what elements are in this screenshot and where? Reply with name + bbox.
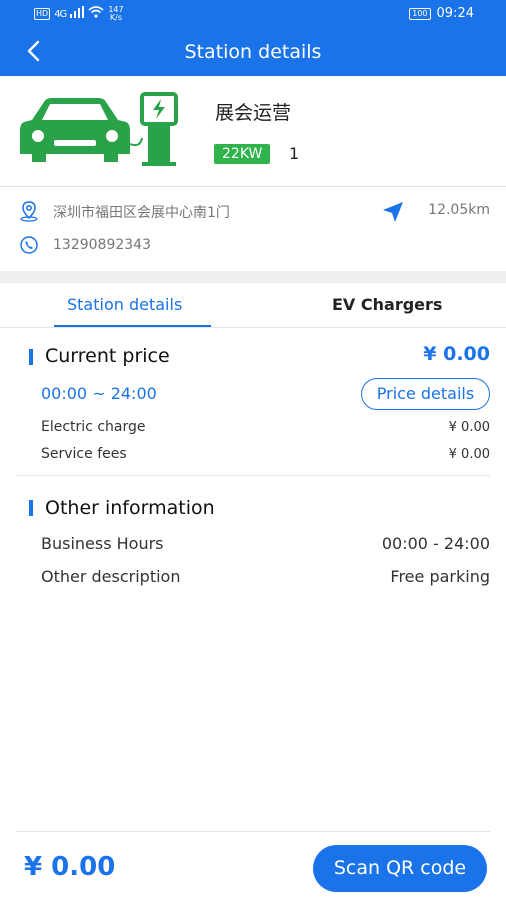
fee-value-service: ¥ 0.00 xyxy=(448,447,490,462)
fee-label-electric: Electric charge xyxy=(41,419,146,435)
app-header: Station details xyxy=(0,30,506,76)
price-details-button[interactable]: Price details xyxy=(361,378,490,410)
phone-icon xyxy=(18,234,40,260)
section-marker xyxy=(29,500,33,516)
network-speed: 147 K/s xyxy=(108,6,123,22)
station-phone: 13290892343 xyxy=(53,237,151,253)
station-illustration xyxy=(18,92,186,168)
active-tab-indicator xyxy=(54,325,211,327)
address-row[interactable]: 深圳市福田区会展中心南1门 12.05km xyxy=(18,200,490,224)
station-distance: 12.05km xyxy=(428,202,490,218)
phone-row[interactable]: 13290892343 xyxy=(18,234,318,258)
signal-icon xyxy=(70,6,85,22)
price-time-range: 00:00 ~ 24:00 xyxy=(41,384,157,403)
status-bar: HD 4G 147 K/s 100 09:24 xyxy=(0,0,506,30)
station-name: 展会运营 xyxy=(215,102,292,124)
speed-unit: K/s xyxy=(109,13,122,22)
info-label-hours: Business Hours xyxy=(41,534,164,553)
location-pin-icon xyxy=(18,200,40,226)
fee-value-electric: ¥ 0.00 xyxy=(448,420,490,435)
station-summary: 展会运营 22KW 1 xyxy=(0,76,506,186)
tab-ev-chargers[interactable]: EV Chargers xyxy=(332,295,442,314)
battery-icon: 100 xyxy=(409,7,431,20)
navigation-arrow-icon[interactable] xyxy=(381,200,405,228)
station-address: 深圳市福田区会展中心南1门 xyxy=(53,205,230,221)
tab-station-details[interactable]: Station details xyxy=(67,295,182,314)
charging-station-icon xyxy=(129,92,178,166)
hd-indicator: HD xyxy=(34,8,51,20)
wifi-icon xyxy=(88,6,104,22)
other-info-title: Other information xyxy=(45,497,215,519)
car-icon xyxy=(20,98,130,162)
info-value-hours: 00:00 - 24:00 xyxy=(381,534,490,553)
current-price-total: ¥ 0.00 xyxy=(423,343,490,365)
section-marker xyxy=(29,349,33,365)
info-label-description: Other description xyxy=(41,567,181,586)
section-gap xyxy=(0,271,506,283)
bottom-price: ¥ 0.00 xyxy=(24,852,116,882)
power-badge: 22KW xyxy=(214,144,271,164)
current-price-title: Current price xyxy=(45,345,170,367)
divider xyxy=(0,186,506,187)
page-title: Station details xyxy=(184,41,322,63)
divider xyxy=(16,475,490,476)
fee-label-service: Service fees xyxy=(41,446,127,462)
info-value-description: Free parking xyxy=(390,567,490,586)
network-label: 4G xyxy=(54,8,67,20)
scan-qr-button[interactable]: Scan QR code xyxy=(313,845,487,892)
clock: 09:24 xyxy=(436,6,474,21)
bottom-divider xyxy=(16,831,490,832)
charger-count: 1 xyxy=(289,144,300,163)
tab-bar: Station details EV Chargers xyxy=(0,283,506,328)
